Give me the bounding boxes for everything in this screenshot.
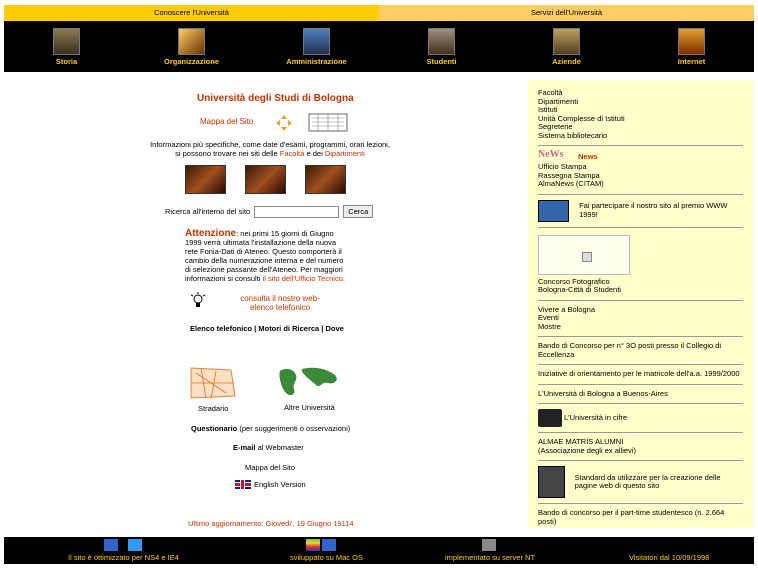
sidebar-item-bando-collegio[interactable]: Bando di Concorso per n° 3O posti presso… [538, 339, 743, 365]
photo-student[interactable] [185, 165, 226, 194]
footer-browsers: Il sito è ottimizzato per NS4 e IE4 [68, 553, 179, 562]
ufficio-tecnico-link[interactable]: il sito dell'Ufficio Tecnico. [263, 274, 345, 283]
mac-finder-icon [322, 539, 336, 551]
search-bar: Ricerca all'interno del sito Cerca [165, 205, 374, 218]
sidebar-item-mostre[interactable]: Mostre [538, 322, 743, 332]
quick-links[interactable]: Elenco telefonico | Motori di Ricerca | … [190, 324, 344, 333]
sidebar-alumni[interactable]: ALMAE MATRIS ALUMNI (Associazione degli … [538, 435, 743, 461]
sidebar-standard[interactable]: Standard da utilizzare per la creazione … [538, 463, 743, 504]
photo-library[interactable] [245, 165, 286, 194]
search-button[interactable]: Cerca [343, 205, 374, 218]
nav-label[interactable]: Internet [678, 57, 706, 66]
nav-storia[interactable]: Storia [4, 21, 129, 72]
sidebar-item-cifre[interactable]: L'Università in cifre [538, 406, 743, 433]
compass-arrows-icon [276, 115, 292, 131]
dipartimenti-link[interactable]: Dipartimenti [325, 149, 365, 158]
administration-icon[interactable] [303, 28, 330, 55]
sidebar-item-vivere[interactable]: Vivere a Bologna [538, 305, 743, 315]
sidebar-item-dipartimenti[interactable]: Dipartimenti [538, 97, 743, 107]
sidebar-item-biblioteche[interactable]: Sistema bibliotecario [538, 131, 743, 141]
page-title: Università degli Studi di Bologna [197, 93, 354, 104]
figures-icon [538, 409, 562, 427]
internet-icon[interactable] [678, 28, 705, 55]
sidebar: Facoltà Dipartimenti Istituti Unità Comp… [528, 80, 753, 528]
building-map-icon[interactable] [308, 110, 348, 132]
premio-text: Fai partecipare il nostro sito al premio… [579, 201, 728, 219]
news-label[interactable]: News [578, 152, 598, 162]
cifre-label: L'Università in cifre [564, 412, 628, 422]
phonebook-link[interactable]: consulta il nostro web-elenco telefonico [230, 294, 330, 312]
sidebar-item-citta[interactable]: Bologna-Città di Studenti [538, 285, 743, 295]
top-tabs: Conoscere l'Università Servizi dell'Univ… [4, 5, 754, 21]
nav-organizzazione[interactable]: Organizzazione [129, 21, 254, 72]
sidebar-premio[interactable]: Fai partecipare il nostro sito al premio… [538, 197, 743, 228]
english-label[interactable]: English Version [254, 480, 306, 489]
footer-visitors: Visitatori dal 10/09/1998 [629, 553, 710, 562]
broken-image-placeholder [538, 234, 630, 275]
search-label: Ricerca all'interno del sito [165, 207, 251, 216]
nav-label[interactable]: Storia [56, 57, 77, 66]
sidebar-item-bando-parttime[interactable]: Bando di concorso per il part-time stude… [538, 506, 743, 531]
site-map-link[interactable]: Mappa del Sito [200, 117, 253, 126]
last-updated: Ultimo aggiornamento: Giovedi', 19 Giugn… [188, 519, 354, 528]
sidebar-vivere: Vivere a Bologna Eventi Mostre [538, 303, 743, 337]
nav-label[interactable]: Aziende [552, 57, 581, 66]
lightbulb-icon [190, 292, 206, 307]
netscape-icon [104, 539, 118, 551]
sidebar-item-eventi[interactable]: Eventi [538, 313, 743, 323]
companies-icon[interactable] [553, 28, 580, 55]
nav-label[interactable]: Amministrazione [286, 57, 346, 66]
uk-flag-icon [235, 480, 251, 489]
sidebar-links-1: Facoltà Dipartimenti Istituti Unità Comp… [538, 86, 743, 146]
footer: Il sito è ottimizzato per NS4 e IE4 svil… [4, 537, 754, 564]
standard-text: Standard da utilizzare per la creazione … [574, 472, 721, 490]
footer-macos: sviluppato su Mac OS [290, 553, 363, 562]
main-nav: Storia Organizzazione Amministrazione St… [4, 21, 754, 72]
photo-lecture[interactable] [305, 165, 346, 194]
apple-icon [306, 539, 320, 551]
sidebar-item-almanews[interactable]: AlmaNews (CITAM) [538, 179, 743, 189]
altre-universita-label[interactable]: Altre Università [284, 403, 335, 412]
history-icon[interactable] [53, 28, 80, 55]
nav-amministrazione[interactable]: Amministrazione [254, 21, 379, 72]
email-line: E-mail al Webmaster [233, 443, 304, 452]
nav-label[interactable]: Studenti [427, 57, 457, 66]
site-map-link-2[interactable]: Mappa del Sito [245, 463, 295, 472]
nav-aziende[interactable]: Aziende [504, 21, 629, 72]
search-input[interactable] [254, 205, 340, 218]
email-link[interactable]: E-mail [233, 443, 256, 452]
nav-internet[interactable]: Internet [629, 21, 754, 72]
award-icon [538, 199, 570, 222]
nav-studenti[interactable]: Studenti [379, 21, 504, 72]
computer-icon [538, 466, 565, 498]
tab-conoscere[interactable]: Conoscere l'Università [4, 5, 379, 21]
sidebar-concorso: Concorso Fotografico Bologna-Città di St… [538, 230, 743, 301]
sidebar-news: NeWs News Ufficio Stampa Rassegna Stampa … [538, 148, 743, 195]
stradario-label[interactable]: Stradario [198, 404, 228, 413]
alumni-sub: (Associazione degli ex allievi) [538, 445, 636, 455]
ie-icon [128, 539, 142, 551]
facolta-link[interactable]: Facoltà [280, 149, 305, 158]
photo-row [185, 165, 346, 194]
english-version[interactable]: English Version [235, 480, 306, 489]
server-icon [482, 539, 496, 551]
footer-nt: implementato su server NT [445, 553, 536, 562]
students-icon[interactable] [428, 28, 455, 55]
street-map-icon[interactable] [186, 363, 238, 401]
attention-notice: Attenzione: nei primi 15 giorni di Giugn… [185, 228, 345, 284]
questionnaire-link[interactable]: Questionario [191, 424, 237, 433]
sidebar-item-iniziative[interactable]: Iniziative di orientamento per le matric… [538, 367, 743, 385]
world-map-icon[interactable] [276, 363, 338, 399]
info-text: Informazioni più specifiche, come date d… [150, 140, 390, 158]
questionnaire-line: Questionario (per suggerimenti o osserva… [191, 424, 351, 433]
organization-icon[interactable] [178, 28, 205, 55]
nav-label[interactable]: Organizzazione [164, 57, 219, 66]
tab-servizi[interactable]: Servizi dell'Università [379, 5, 754, 21]
sidebar-item-buenos-aires[interactable]: L'Università di Bologna a Buenos-Aires [538, 387, 743, 404]
